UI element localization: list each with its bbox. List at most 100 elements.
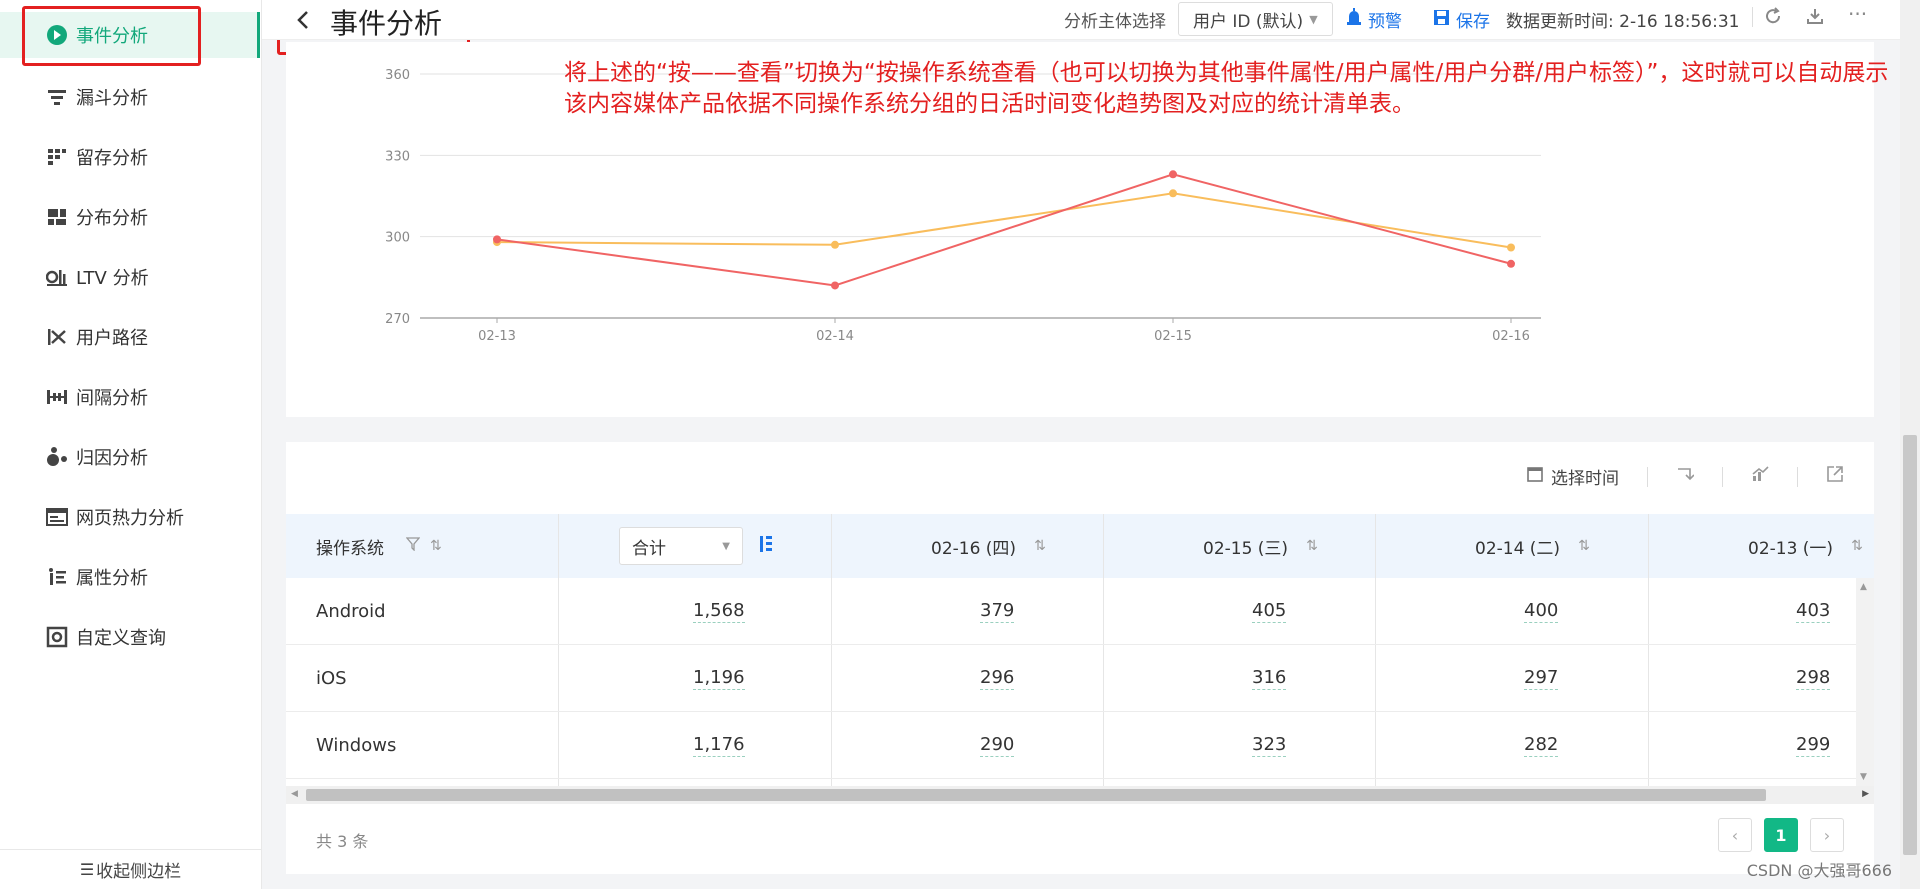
sidebar-item-event-analysis[interactable]: 事件分析 [0, 12, 260, 58]
page-vertical-scrollbar[interactable] [1900, 0, 1920, 889]
data-point[interactable] [1169, 170, 1177, 179]
toolbar-divider [1647, 466, 1648, 487]
th-date-label: 02-14 (二) [1475, 538, 1561, 559]
x-tick-label: 02-13 [478, 329, 516, 344]
chart-toggle-icon[interactable] [1751, 466, 1769, 487]
th-date-0216: 02-16 (四) ⇅ [931, 514, 1046, 578]
sidebar-item-attribution[interactable]: 归因分析 [0, 434, 260, 480]
save-label: 保存 [1456, 12, 1490, 32]
sort-icon[interactable]: ⇅ [1578, 538, 1590, 554]
sidebar-item-label: 间隔分析 [76, 388, 148, 409]
data-point[interactable] [1169, 189, 1177, 198]
event-analysis-icon [46, 24, 68, 46]
cell-total[interactable]: 1,196 [693, 667, 745, 690]
scroll-up-icon[interactable]: ▲ [1860, 582, 1867, 592]
data-point[interactable] [831, 281, 839, 290]
more-icon[interactable]: ··· [1848, 2, 1867, 26]
sidebar-item-funnel[interactable]: 漏斗分析 [0, 74, 260, 120]
sort-icon[interactable]: ⇅ [430, 538, 442, 554]
page-button-current[interactable]: 1 [1764, 818, 1798, 852]
cell-value[interactable]: 316 [1252, 667, 1287, 690]
table-row: Android 1,568 379 405 400 403 [286, 578, 1856, 645]
chevron-down-icon: ▼ [1309, 12, 1318, 26]
data-point[interactable] [493, 235, 501, 244]
back-arrow-icon[interactable] [292, 8, 316, 32]
watermark: CSDN @大强哥666 [1746, 861, 1892, 880]
sidebar-item-user-path[interactable]: 用户路径 [0, 314, 260, 360]
data-point[interactable] [1507, 243, 1515, 252]
save-button[interactable]: 保存 [1433, 7, 1490, 32]
cell-value[interactable]: 403 [1796, 600, 1831, 623]
sort-icon[interactable]: ⇅ [1034, 538, 1046, 554]
transpose-icon[interactable] [1676, 466, 1695, 487]
cell-value[interactable]: 296 [980, 667, 1015, 690]
sidebar-item-interval[interactable]: 间隔分析 [0, 374, 260, 420]
sidebar-item-custom-query[interactable]: 自定义查询 [0, 614, 260, 660]
sort-icon[interactable]: ⇅ [1306, 538, 1318, 554]
sidebar-item-attribute[interactable]: 属性分析 [0, 554, 260, 600]
scroll-right-icon[interactable]: ▶ [1862, 789, 1869, 799]
cell-value[interactable]: 290 [980, 734, 1015, 757]
sort-icon[interactable]: ⇅ [1851, 538, 1863, 554]
select-time-button[interactable]: 选择时间 [1527, 464, 1619, 489]
data-point[interactable] [831, 240, 839, 249]
data-point[interactable] [1507, 259, 1515, 268]
cell-total[interactable]: 1,568 [693, 600, 745, 623]
sidebar-item-heatmap[interactable]: 网页热力分析 [0, 494, 260, 540]
th-date-0213: 02-13 (一) ⇅ [1748, 514, 1863, 578]
table-vertical-scrollbar[interactable]: ▲ ▼ [1856, 578, 1874, 786]
refresh-icon[interactable] [1764, 7, 1782, 25]
sidebar-item-label: 分布分析 [76, 208, 148, 229]
cell-value[interactable]: 298 [1796, 667, 1831, 690]
sidebar-item-retention[interactable]: 留存分析 [0, 134, 260, 180]
y-tick-label: 270 [385, 312, 410, 327]
next-page-button[interactable]: › [1810, 818, 1844, 852]
collapse-sidebar-button[interactable]: ☰ 收起侧边栏 [0, 849, 261, 889]
sidebar-item-label: 事件分析 [76, 26, 148, 47]
subject-select[interactable]: 用户 ID (默认) ▼ [1178, 2, 1333, 36]
caret-down-icon: ▼ [722, 540, 730, 552]
save-icon [1433, 9, 1450, 31]
scrollbar-thumb[interactable] [306, 789, 1766, 801]
series-line [496, 192, 1512, 249]
attribution-icon [46, 446, 68, 468]
alert-button[interactable]: 预警 [1346, 7, 1402, 32]
sort-desc-icon[interactable] [759, 535, 773, 558]
table-horizontal-scrollbar[interactable]: ◀ ▶ [286, 786, 1874, 804]
interval-icon [46, 386, 68, 408]
x-tick-label: 02-15 [1154, 329, 1192, 344]
th-date-label: 02-16 (四) [931, 538, 1017, 559]
sidebar-item-label: 网页热力分析 [76, 508, 184, 529]
prev-page-button[interactable]: ‹ [1718, 818, 1752, 852]
sidebar-item-label: LTV 分析 [76, 268, 149, 289]
scroll-down-icon[interactable]: ▼ [1860, 772, 1867, 782]
user-path-icon [46, 326, 68, 348]
cell-value[interactable]: 400 [1524, 600, 1559, 623]
cell-value[interactable]: 323 [1252, 734, 1287, 757]
download-icon[interactable] [1806, 7, 1824, 25]
collapse-icon: ☰ [79, 860, 95, 879]
toolbar-divider [1797, 466, 1798, 487]
total-select[interactable]: 合计 ▼ [619, 514, 773, 578]
series-line [496, 173, 1512, 287]
cell-value[interactable]: 297 [1524, 667, 1559, 690]
th-date-0215: 02-15 (三) ⇅ [1203, 514, 1318, 578]
sidebar-item-label: 归因分析 [76, 448, 148, 469]
cell-value[interactable]: 299 [1796, 734, 1831, 757]
x-tick-label: 02-16 [1492, 329, 1530, 344]
cell-value[interactable]: 282 [1524, 734, 1559, 757]
sidebar-item-ltv[interactable]: LTV 分析 [0, 254, 260, 300]
alarm-icon [1346, 8, 1362, 31]
sidebar-item-distribution[interactable]: 分布分析 [0, 194, 260, 240]
page-scrollbar-thumb[interactable] [1903, 435, 1917, 855]
cell-value[interactable]: 379 [980, 600, 1015, 623]
export-icon[interactable] [1826, 465, 1844, 488]
subject-select-box[interactable]: 用户 ID (默认) ▼ [1178, 2, 1333, 36]
cell-total[interactable]: 1,176 [693, 734, 745, 757]
th-date-label: 02-15 (三) [1203, 538, 1289, 559]
select-time-label: 选择时间 [1551, 469, 1619, 489]
alert-label: 预警 [1368, 12, 1402, 32]
scroll-left-icon[interactable]: ◀ [291, 789, 298, 799]
filter-icon[interactable] [405, 536, 421, 556]
cell-value[interactable]: 405 [1252, 600, 1287, 623]
